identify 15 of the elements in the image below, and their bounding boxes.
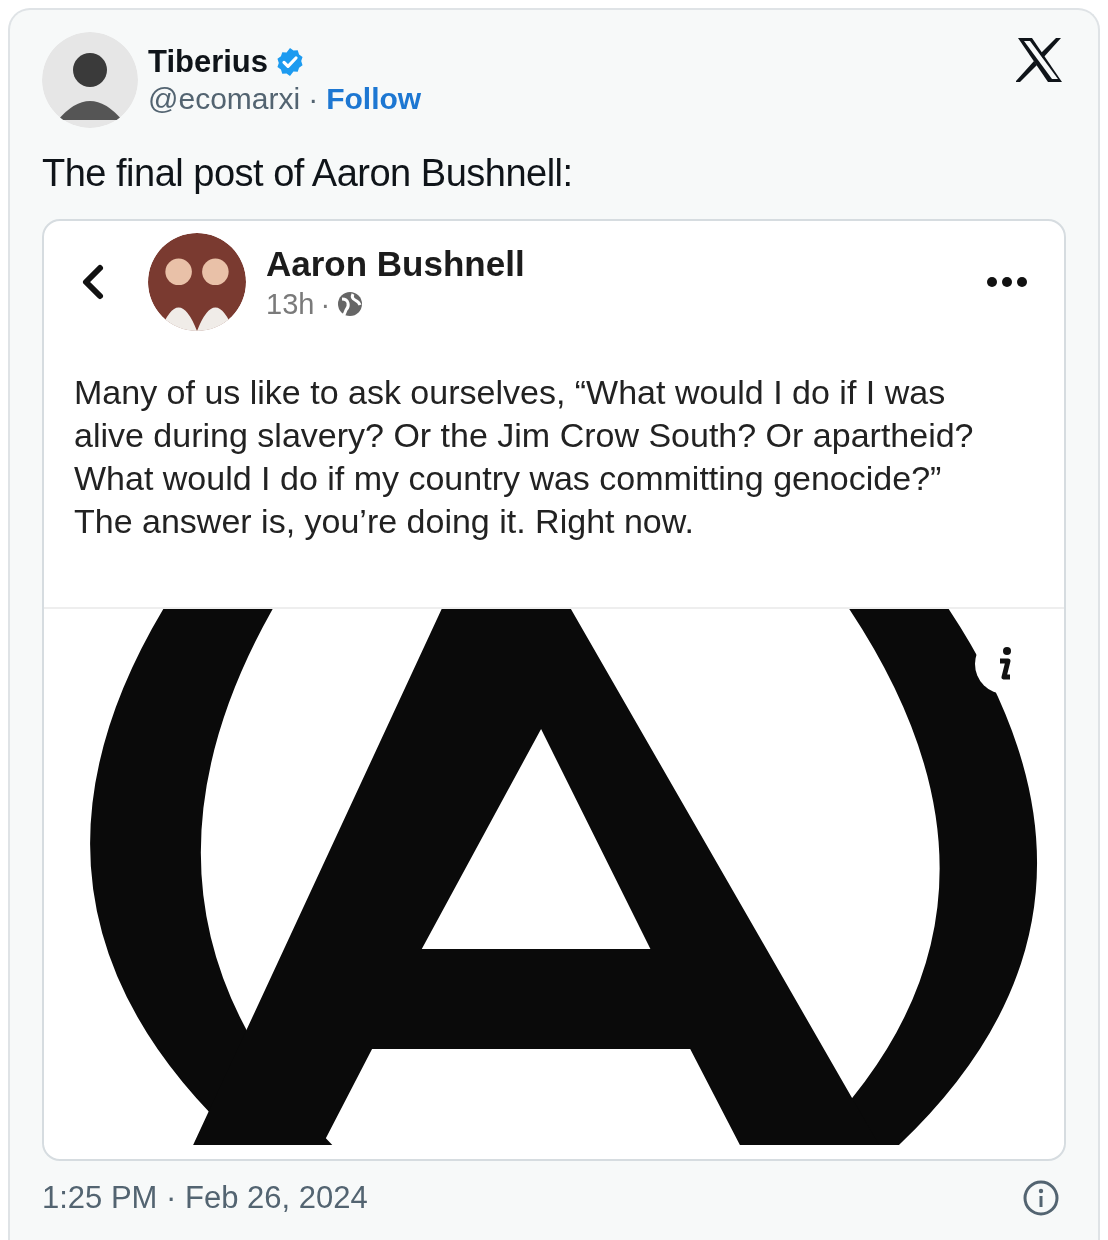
avatar[interactable] bbox=[148, 233, 246, 331]
author-name: Tiberius bbox=[148, 44, 269, 80]
author-handle: @ecomarxi bbox=[148, 82, 301, 116]
follow-link[interactable]: Follow bbox=[326, 82, 422, 116]
globe-icon bbox=[336, 290, 365, 318]
more-icon[interactable] bbox=[986, 276, 1028, 288]
post-text: Many of us like to ask ourselves, “What would I do if I was alive during slavery? Or the Jim Crow South? Or apartheid? What would I do if my country was committing genocide?” The answer is, you’re doing it. Right now. bbox=[73, 372, 975, 542]
tweet-text: The final post of Aaron Bushnell: bbox=[42, 152, 574, 195]
post-author: Aaron Bushnell bbox=[266, 243, 526, 284]
avatar[interactable] bbox=[42, 32, 138, 128]
x-logo-icon[interactable] bbox=[1016, 38, 1064, 82]
post-time: 13h bbox=[266, 287, 315, 321]
separator: · bbox=[308, 82, 319, 116]
separator: · bbox=[320, 287, 331, 321]
timestamp[interactable]: 1:25 PM · Feb 26, 2024 bbox=[42, 1180, 368, 1216]
